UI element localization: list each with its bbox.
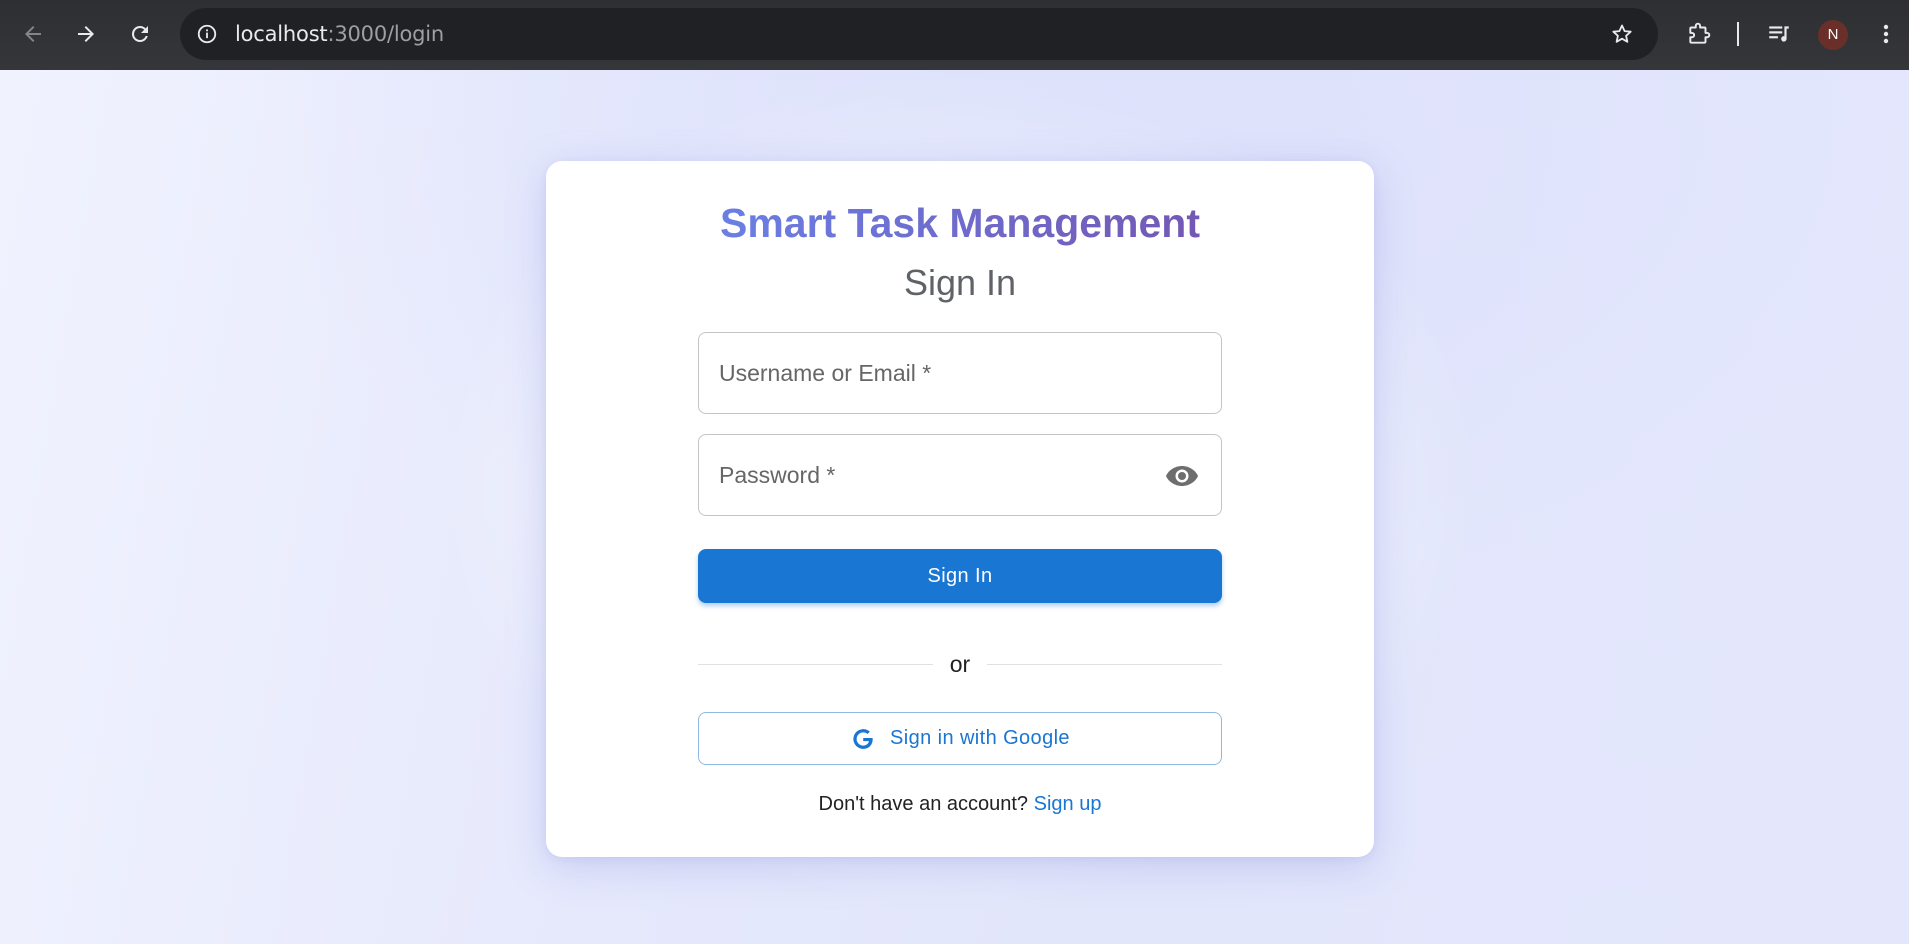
- signup-prompt-row: Don't have an account? Sign up: [546, 791, 1374, 817]
- arrow-right-icon: [78, 26, 94, 42]
- google-icon: [850, 726, 876, 752]
- browser-toolbar: localhost:3000/login N: [0, 0, 1909, 70]
- password-field[interactable]: [698, 434, 1222, 516]
- reload-icon: [131, 25, 148, 42]
- google-button-label: Sign in with Google: [890, 727, 1070, 749]
- google-sign-in-button[interactable]: Sign in with Google: [698, 712, 1222, 765]
- puzzle-icon[interactable]: [1681, 16, 1717, 52]
- reload-button[interactable]: [122, 16, 158, 52]
- back-button[interactable]: [15, 16, 51, 52]
- or-divider: or: [698, 649, 1222, 679]
- profile-avatar[interactable]: N: [1818, 20, 1848, 50]
- signup-link[interactable]: Sign up: [1034, 793, 1102, 815]
- app-title-wrap: Smart Task Management: [546, 199, 1374, 247]
- url-host: localhost: [235, 22, 328, 46]
- sign-in-button[interactable]: Sign In: [698, 549, 1222, 603]
- username-input[interactable]: [699, 333, 1221, 413]
- divider-line-right: [987, 664, 1222, 665]
- playlist-icon[interactable]: [1761, 16, 1797, 52]
- forward-button[interactable]: [68, 16, 104, 52]
- url-path: :3000/login: [327, 22, 445, 46]
- star-icon[interactable]: [1608, 20, 1636, 48]
- signup-prompt-text: Don't have an account?: [818, 793, 1029, 815]
- kebab-menu-icon[interactable]: [1868, 16, 1904, 52]
- page-title: Sign In: [903, 262, 1017, 303]
- info-icon[interactable]: [194, 21, 220, 47]
- arrow-left-icon: [25, 26, 41, 42]
- url-text[interactable]: localhost:3000/login: [235, 8, 444, 60]
- toolbar-separator: [1737, 22, 1739, 46]
- eye-icon[interactable]: [1165, 461, 1199, 491]
- app-title: Smart Task Management: [719, 200, 1200, 246]
- username-field[interactable]: [698, 332, 1222, 414]
- page-background: Smart Task Management Sign In Sign In or: [0, 70, 1909, 944]
- password-input[interactable]: [699, 435, 1221, 515]
- login-card: Smart Task Management Sign In Sign In or: [546, 161, 1374, 857]
- address-bar[interactable]: localhost:3000/login: [180, 8, 1658, 60]
